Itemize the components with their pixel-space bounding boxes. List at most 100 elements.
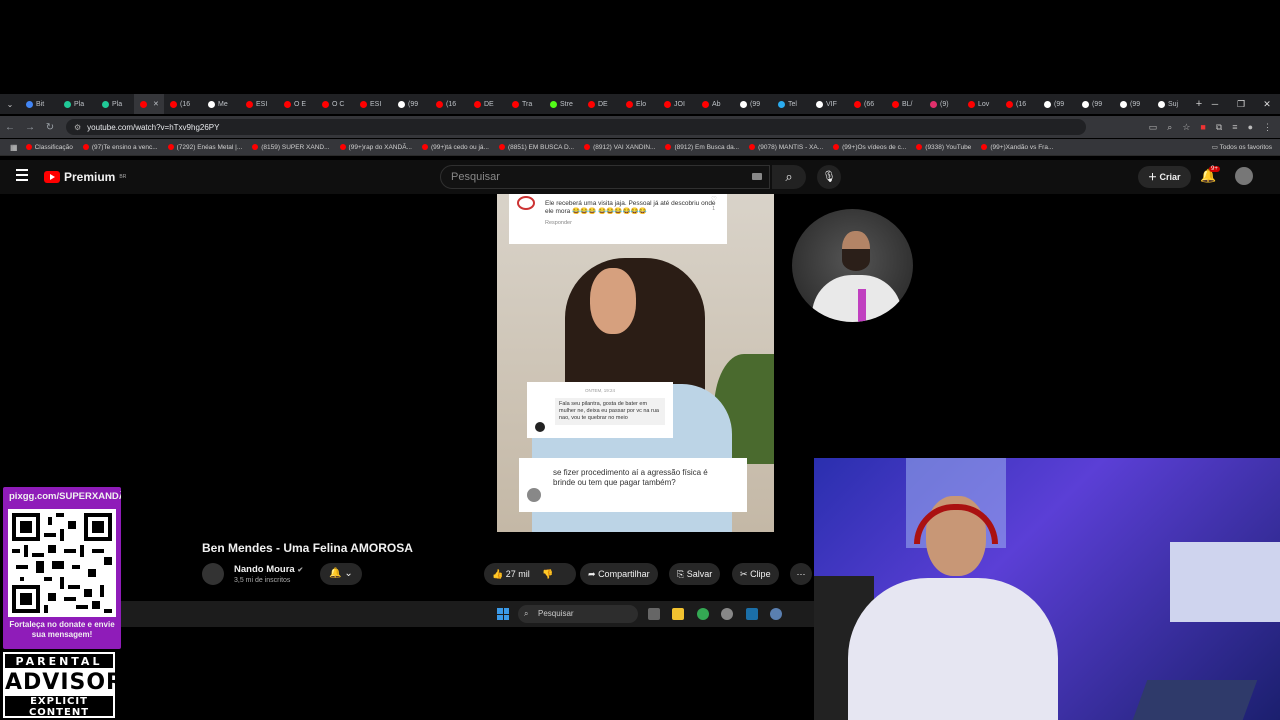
browser-tab[interactable]: (9) — [924, 94, 962, 114]
subscription-bell-button[interactable]: 🔔 ⌄ — [320, 563, 362, 585]
minimize-icon[interactable]: ─ — [1202, 94, 1228, 114]
browser-tab[interactable]: (99 — [1114, 94, 1152, 114]
browser-tab[interactable]: O E — [278, 94, 316, 114]
bookmark-item[interactable]: (8159) SUPER XAND... — [252, 144, 330, 151]
search-button[interactable]: ⌕ — [772, 165, 806, 189]
reload-icon[interactable]: ↻ — [40, 122, 60, 133]
chrome-icon[interactable] — [697, 608, 709, 620]
channel-avatar[interactable] — [202, 563, 224, 585]
browser-tab[interactable]: (99 — [1038, 94, 1076, 114]
bookmark-item[interactable]: (97)Te ensino a venc... — [82, 143, 158, 151]
browser-tab[interactable]: Pla — [58, 94, 96, 114]
forward-icon[interactable]: → — [20, 122, 40, 133]
task-view-icon[interactable] — [648, 608, 660, 620]
bookmark-label: (97)Te ensino a venc... — [91, 143, 158, 151]
taskbar-search[interactable]: ⌕ Pesquisar — [518, 605, 638, 623]
browser-tab[interactable]: DE — [582, 94, 620, 114]
zoom-icon[interactable]: ⌕ — [1167, 122, 1172, 133]
bookmark-item[interactable]: (8851) EM BUSCA D... — [498, 144, 574, 151]
windows-start-icon[interactable] — [497, 608, 509, 620]
browser-tab[interactable]: (16 — [1000, 94, 1038, 114]
tab-list-chevron-icon[interactable]: ⌄ — [0, 100, 20, 109]
menu-hamburger-icon[interactable] — [16, 169, 28, 181]
bookmark-item[interactable]: (8912) VAI XANDIN... — [584, 144, 655, 151]
browser-tab[interactable]: ✕ — [134, 94, 164, 114]
profile-icon[interactable]: ● — [1248, 122, 1253, 133]
file-explorer-icon[interactable] — [672, 608, 684, 620]
url-field[interactable]: ⚙ youtube.com/watch?v=hTxv9hg26PY — [66, 119, 1086, 135]
browser-tab[interactable]: (99 — [734, 94, 772, 114]
streamer-beard — [842, 249, 870, 271]
bookmark-item[interactable]: Classificação — [25, 144, 73, 151]
channel-name[interactable]: Nando Moura ✔ — [234, 564, 303, 575]
maximize-icon[interactable]: ❐ — [1228, 94, 1254, 114]
star-icon[interactable]: ☆ — [1182, 122, 1190, 133]
menu-icon[interactable]: ⋮ — [1263, 122, 1272, 133]
browser-tab[interactable]: (66 — [848, 94, 886, 114]
bookmark-item[interactable]: (9338) YouTube — [916, 144, 971, 151]
clip-button[interactable]: ✂ Clipe — [732, 563, 779, 585]
browser-tab[interactable]: ESI — [354, 94, 392, 114]
browser-tab[interactable]: ESI — [240, 94, 278, 114]
browser-tab[interactable]: VIF — [810, 94, 848, 114]
bookmark-item[interactable]: (8912) Em Busca da... — [665, 144, 739, 151]
bookmark-item[interactable]: (9078) MANTIS - XA... — [749, 144, 823, 151]
save-button[interactable]: ⎘ Salvar — [669, 563, 721, 585]
browser-tab[interactable]: Tel — [772, 94, 810, 114]
tab-favicon-icon — [816, 100, 823, 108]
keyboard-icon[interactable] — [752, 173, 762, 180]
video-player[interactable]: Ele receberá uma visita jaja. Pessoal já… — [497, 194, 774, 532]
browser-tab[interactable]: BL/ — [886, 94, 924, 114]
search-input[interactable]: Pesquisar — [440, 165, 770, 189]
media-icon[interactable]: ≡ — [1232, 122, 1237, 133]
bookmark-item[interactable]: (7292) Enéas Metal |... — [167, 144, 242, 151]
tab-label: ESI — [256, 100, 268, 108]
app-icon[interactable] — [721, 608, 733, 620]
browser-tab[interactable]: (16 — [430, 94, 468, 114]
extensions-icon[interactable]: ⧉ — [1216, 122, 1222, 133]
browser-tab[interactable]: O C — [316, 94, 354, 114]
tab-favicon-icon — [512, 100, 519, 108]
browser-tab[interactable]: DE — [468, 94, 506, 114]
share-label: Compartilhar — [598, 569, 650, 579]
bookmark-label: (9078) MANTIS - XA... — [758, 143, 824, 151]
browser-tab[interactable]: Suj — [1152, 94, 1190, 114]
browser-tab[interactable]: Pla — [96, 94, 134, 114]
more-actions-button[interactable]: ⋯ — [790, 563, 812, 585]
steam-icon[interactable] — [746, 608, 758, 620]
extension-red-icon[interactable]: ■ — [1200, 122, 1205, 133]
cast-icon[interactable]: ▭ — [1149, 122, 1158, 133]
browser-tab[interactable]: Stre — [544, 94, 582, 114]
all-bookmarks-link[interactable]: ▭ Todos os favoritos — [1212, 143, 1280, 151]
browser-tab[interactable]: Bit — [20, 94, 58, 114]
streamer-webcam — [814, 458, 1280, 720]
back-icon[interactable]: ← — [0, 122, 20, 133]
browser-tab[interactable]: Lov — [962, 94, 1000, 114]
create-button[interactable]: ＋ Criar — [1138, 166, 1191, 188]
bookmark-item[interactable]: (99+)rap do XANDÃ... — [339, 144, 412, 151]
settings-icon[interactable] — [770, 608, 782, 620]
browser-tab[interactable]: (16 — [164, 94, 202, 114]
voice-search-button[interactable]: 🎙 — [817, 165, 841, 189]
dislike-button[interactable]: 👎 — [542, 569, 553, 579]
browser-tab[interactable]: JOI — [658, 94, 696, 114]
browser-tab[interactable]: Tra — [506, 94, 544, 114]
site-info-icon[interactable]: ⚙ — [74, 123, 81, 132]
youtube-premium-logo[interactable]: Premium BR — [44, 170, 126, 184]
bookmark-label: (99+)tá cedo ou já... — [430, 143, 489, 151]
browser-tab[interactable]: (99 — [1076, 94, 1114, 114]
close-window-icon[interactable]: ✕ — [1254, 94, 1280, 114]
like-button[interactable]: 👍 27 mil — [492, 569, 532, 579]
apps-icon[interactable]: ▦ — [10, 143, 18, 152]
bookmark-item[interactable]: (99+)Xandão vs Fra... — [981, 144, 1053, 151]
tab-favicon-icon — [778, 100, 785, 108]
browser-tab[interactable]: Elo — [620, 94, 658, 114]
browser-tab[interactable]: Ab — [696, 94, 734, 114]
close-tab-icon[interactable]: ✕ — [153, 100, 159, 108]
browser-tab[interactable]: (99 — [392, 94, 430, 114]
share-button[interactable]: ➦ Compartilhar — [580, 563, 658, 585]
browser-tab[interactable]: Me — [202, 94, 240, 114]
bookmark-item[interactable]: (99+)Os vídeos de c... — [833, 144, 906, 151]
account-avatar[interactable] — [1235, 167, 1253, 185]
bookmark-item[interactable]: (99+)tá cedo ou já... — [421, 143, 489, 151]
